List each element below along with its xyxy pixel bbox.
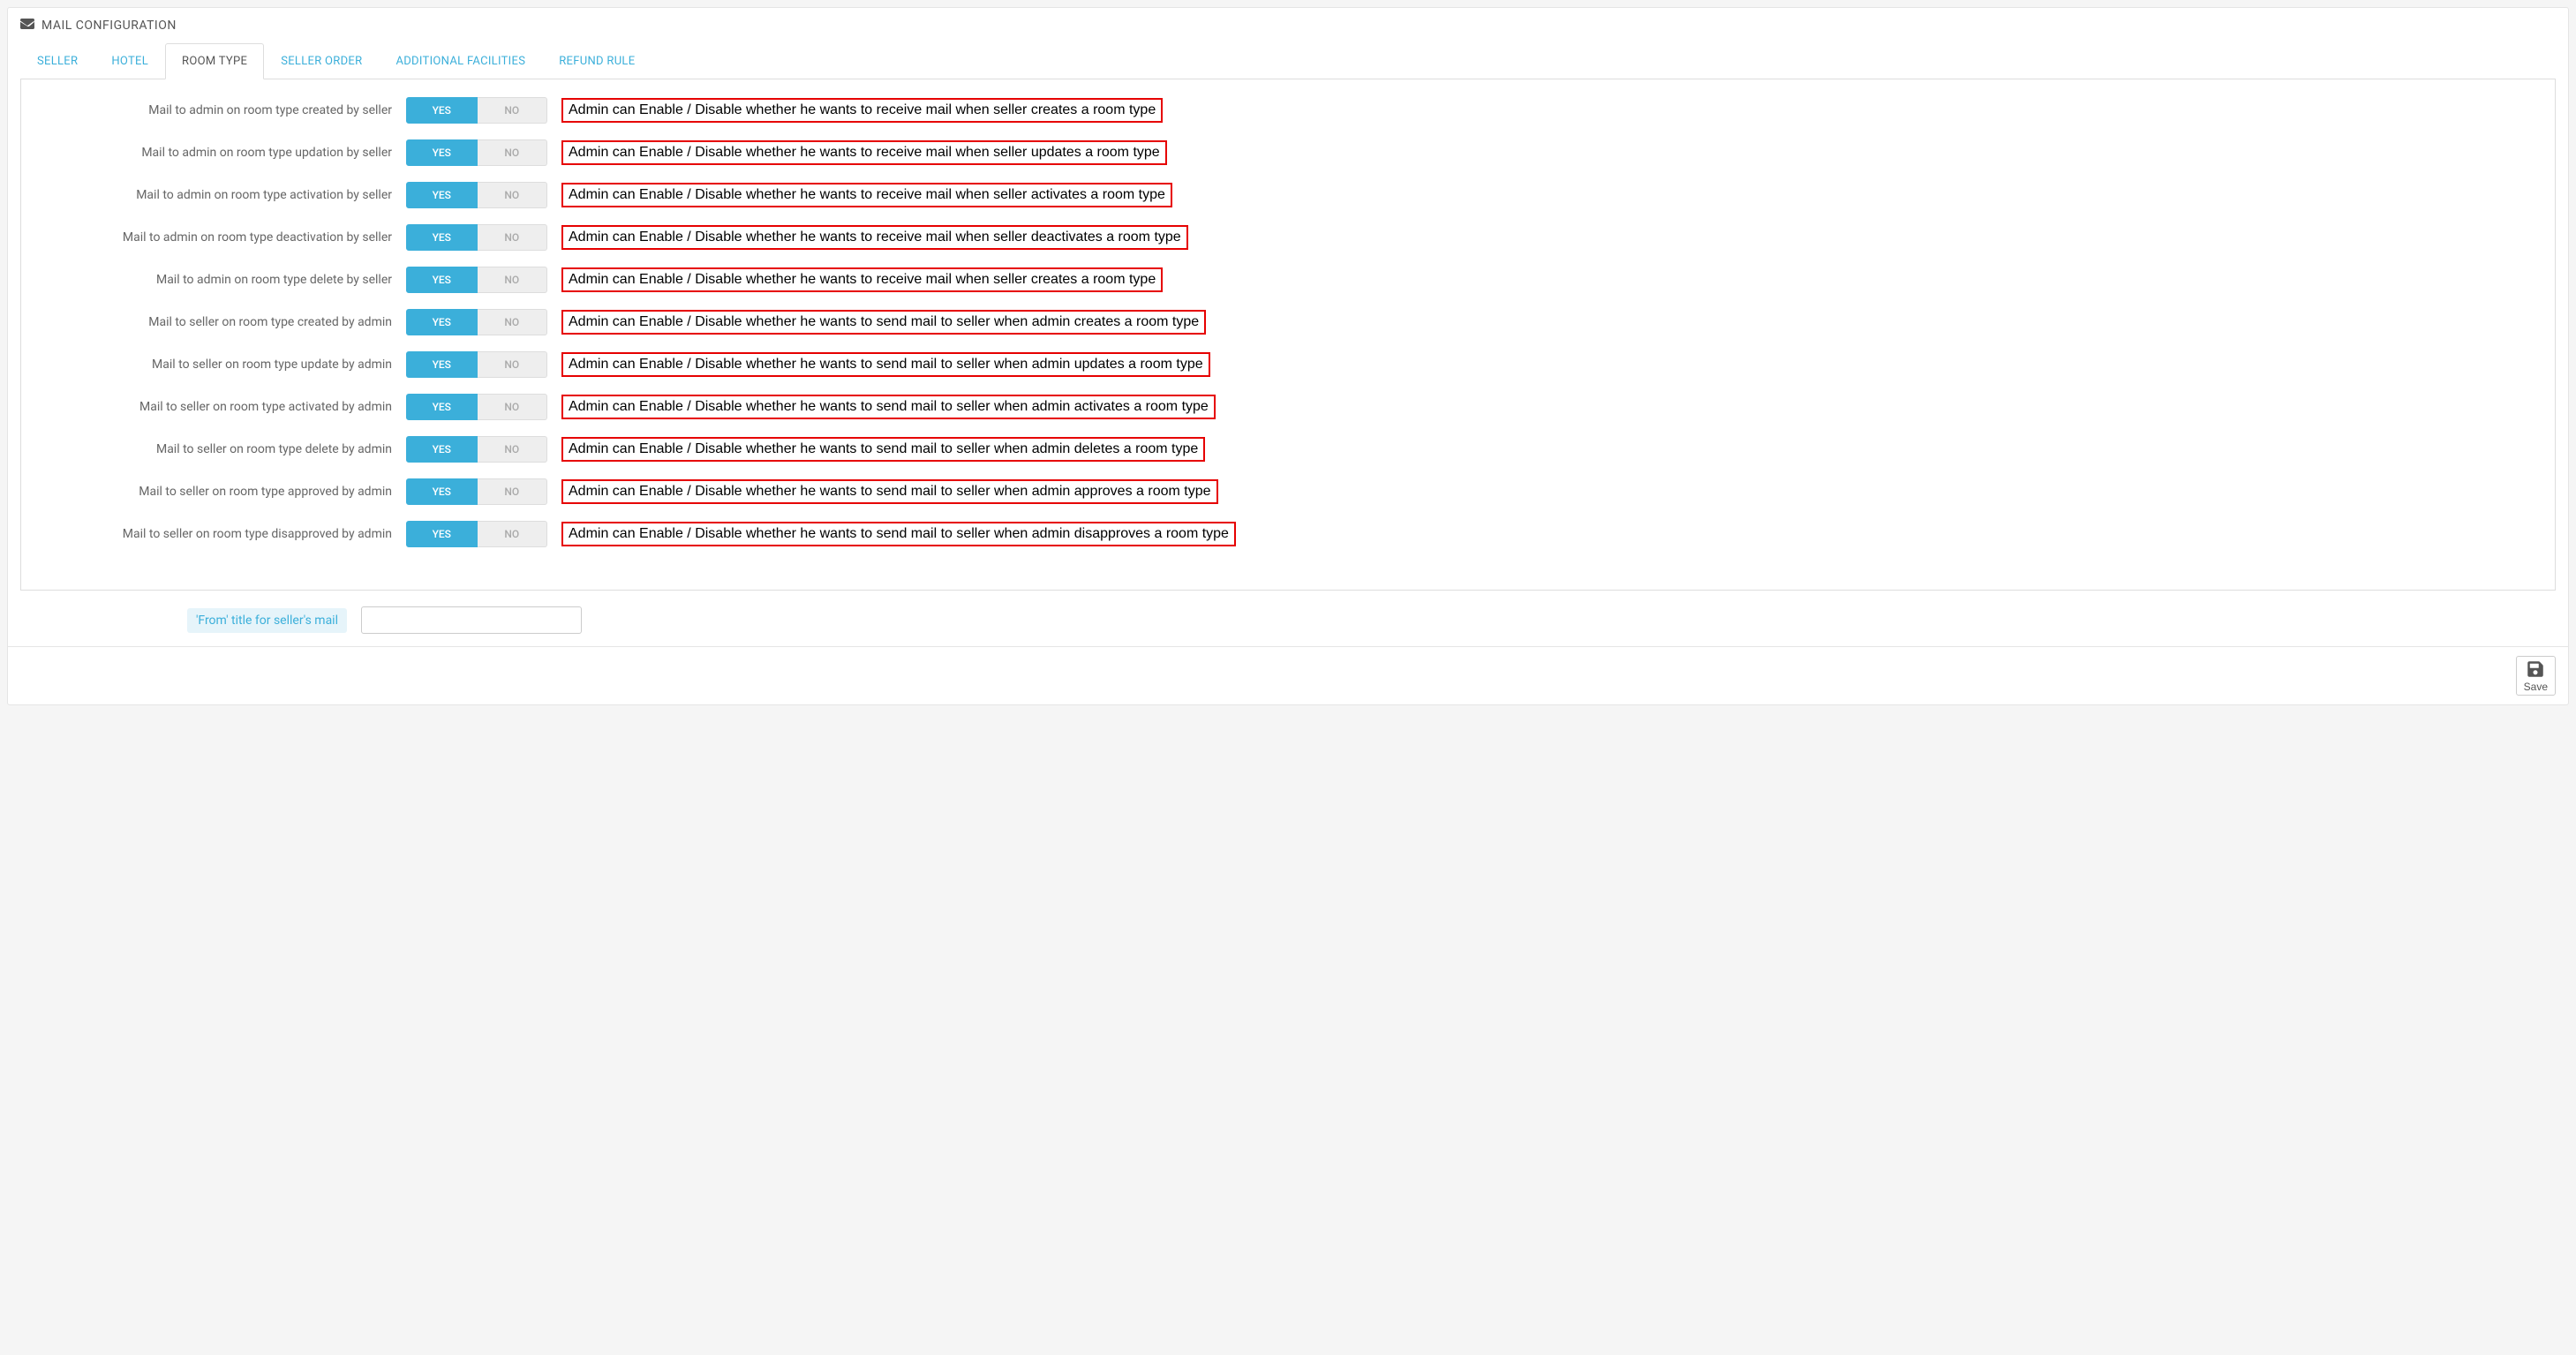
setting-row: Mail to seller on room type update by ad… xyxy=(39,351,2537,378)
setting-annotation: Admin can Enable / Disable whether he wa… xyxy=(561,183,1172,208)
tabs: SELLERHOTELROOM TYPESELLER ORDERADDITION… xyxy=(20,43,2556,79)
setting-label: Mail to admin on room type delete by sel… xyxy=(39,273,392,287)
setting-row: Mail to admin on room type updation by s… xyxy=(39,139,2537,166)
setting-row: Mail to admin on room type activation by… xyxy=(39,182,2537,208)
tab-seller[interactable]: SELLER xyxy=(20,43,94,79)
setting-label: Mail to seller on room type update by ad… xyxy=(39,358,392,372)
setting-row: Mail to seller on room type created by a… xyxy=(39,309,2537,335)
from-title-label: 'From' title for seller's mail xyxy=(187,608,347,633)
save-button[interactable]: Save xyxy=(2516,656,2556,696)
yes-no-toggle: YESNO xyxy=(406,139,547,166)
tab-additional-facilities[interactable]: ADDITIONAL FACILITIES xyxy=(379,43,542,79)
yes-no-toggle: YESNO xyxy=(406,182,547,208)
setting-row: Mail to admin on room type created by se… xyxy=(39,97,2537,124)
from-title-input[interactable] xyxy=(361,606,582,634)
setting-label: Mail to seller on room type created by a… xyxy=(39,315,392,329)
setting-annotation: Admin can Enable / Disable whether he wa… xyxy=(561,352,1210,378)
toggle-no[interactable]: NO xyxy=(478,351,548,378)
setting-annotation: Admin can Enable / Disable whether he wa… xyxy=(561,225,1188,251)
setting-annotation: Admin can Enable / Disable whether he wa… xyxy=(561,310,1206,335)
setting-label: Mail to seller on room type approved by … xyxy=(39,485,392,499)
setting-annotation: Admin can Enable / Disable whether he wa… xyxy=(561,522,1236,547)
yes-no-toggle: YESNO xyxy=(406,224,547,251)
from-title-row: 'From' title for seller's mail xyxy=(20,606,2556,634)
setting-row: Mail to seller on room type activated by… xyxy=(39,394,2537,420)
toggle-yes[interactable]: YES xyxy=(406,521,478,547)
setting-label: Mail to admin on room type deactivation … xyxy=(39,230,392,245)
yes-no-toggle: YESNO xyxy=(406,478,547,505)
setting-label: Mail to admin on room type activation by… xyxy=(39,188,392,202)
setting-label: Mail to seller on room type activated by… xyxy=(39,400,392,414)
setting-row: Mail to seller on room type disapproved … xyxy=(39,521,2537,547)
toggle-yes[interactable]: YES xyxy=(406,394,478,420)
toggle-no[interactable]: NO xyxy=(478,478,548,505)
yes-no-toggle: YESNO xyxy=(406,521,547,547)
panel-body: SELLERHOTELROOM TYPESELLER ORDERADDITION… xyxy=(8,43,2568,646)
save-icon xyxy=(2527,660,2544,681)
setting-label: Mail to seller on room type disapproved … xyxy=(39,527,392,541)
toggle-no[interactable]: NO xyxy=(478,394,548,420)
toggle-yes[interactable]: YES xyxy=(406,436,478,463)
panel-footer: Save xyxy=(8,646,2568,704)
save-button-label: Save xyxy=(2524,681,2548,693)
toggle-no[interactable]: NO xyxy=(478,521,548,547)
setting-label: Mail to seller on room type delete by ad… xyxy=(39,442,392,456)
tab-room-type[interactable]: ROOM TYPE xyxy=(165,43,264,79)
setting-annotation: Admin can Enable / Disable whether he wa… xyxy=(561,437,1205,463)
toggle-no[interactable]: NO xyxy=(478,267,548,293)
toggle-yes[interactable]: YES xyxy=(406,224,478,251)
yes-no-toggle: YESNO xyxy=(406,394,547,420)
tab-seller-order[interactable]: SELLER ORDER xyxy=(264,43,379,79)
yes-no-toggle: YESNO xyxy=(406,97,547,124)
panel-title: MAIL CONFIGURATION xyxy=(41,19,177,33)
toggle-yes[interactable]: YES xyxy=(406,139,478,166)
toggle-no[interactable]: NO xyxy=(478,309,548,335)
toggle-no[interactable]: NO xyxy=(478,139,548,166)
setting-label: Mail to admin on room type created by se… xyxy=(39,103,392,117)
toggle-yes[interactable]: YES xyxy=(406,97,478,124)
yes-no-toggle: YESNO xyxy=(406,351,547,378)
toggle-yes[interactable]: YES xyxy=(406,351,478,378)
tab-refund-rule[interactable]: REFUND RULE xyxy=(542,43,652,79)
toggle-no[interactable]: NO xyxy=(478,436,548,463)
setting-annotation: Admin can Enable / Disable whether he wa… xyxy=(561,479,1218,505)
setting-row: Mail to seller on room type delete by ad… xyxy=(39,436,2537,463)
setting-row: Mail to seller on room type approved by … xyxy=(39,478,2537,505)
from-title-label-wrap: 'From' title for seller's mail xyxy=(20,608,347,633)
toggle-yes[interactable]: YES xyxy=(406,267,478,293)
setting-annotation: Admin can Enable / Disable whether he wa… xyxy=(561,267,1163,293)
yes-no-toggle: YESNO xyxy=(406,309,547,335)
tab-hotel[interactable]: HOTEL xyxy=(94,43,165,79)
setting-annotation: Admin can Enable / Disable whether he wa… xyxy=(561,140,1167,166)
setting-label: Mail to admin on room type updation by s… xyxy=(39,146,392,160)
toggle-yes[interactable]: YES xyxy=(406,182,478,208)
envelope-icon xyxy=(20,17,34,34)
toggle-no[interactable]: NO xyxy=(478,224,548,251)
setting-row: Mail to admin on room type delete by sel… xyxy=(39,267,2537,293)
setting-annotation: Admin can Enable / Disable whether he wa… xyxy=(561,395,1216,420)
setting-annotation: Admin can Enable / Disable whether he wa… xyxy=(561,98,1163,124)
tab-content-room-type: Mail to admin on room type created by se… xyxy=(20,79,2556,591)
yes-no-toggle: YESNO xyxy=(406,436,547,463)
setting-row: Mail to admin on room type deactivation … xyxy=(39,224,2537,251)
panel-header: MAIL CONFIGURATION xyxy=(8,8,2568,43)
toggle-yes[interactable]: YES xyxy=(406,478,478,505)
yes-no-toggle: YESNO xyxy=(406,267,547,293)
toggle-no[interactable]: NO xyxy=(478,97,548,124)
toggle-no[interactable]: NO xyxy=(478,182,548,208)
mail-config-panel: MAIL CONFIGURATION SELLERHOTELROOM TYPES… xyxy=(7,7,2569,705)
toggle-yes[interactable]: YES xyxy=(406,309,478,335)
